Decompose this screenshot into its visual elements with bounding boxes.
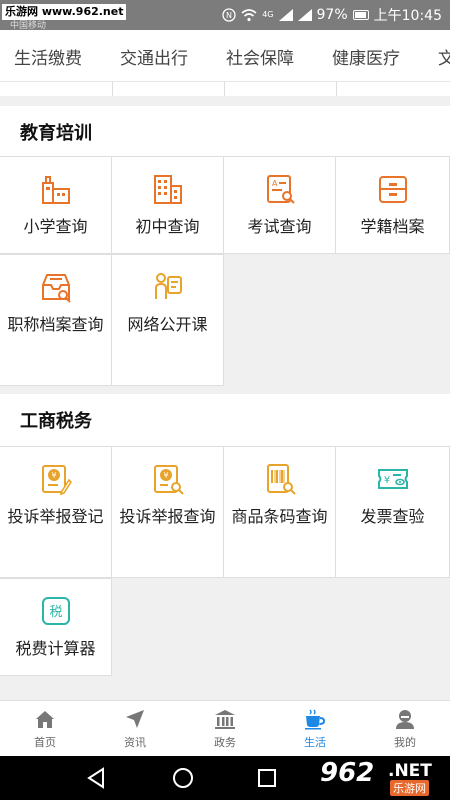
wifi-icon [241, 8, 257, 21]
nav-label: 首页 [34, 736, 56, 749]
signal-2-icon [297, 9, 312, 21]
service-online-course[interactable]: 网络公开课 [112, 254, 224, 386]
vibrate-icon: N [222, 8, 236, 22]
coffee-cup-icon [305, 709, 326, 730]
tab-transport[interactable]: 交通出行 [120, 44, 188, 69]
signal-icon [278, 9, 293, 21]
service-label: 网络公开课 [127, 315, 208, 334]
service-label: 投诉举报查询 [119, 507, 216, 526]
service-label: 考试查询 [247, 217, 312, 236]
middle-school-building-icon [153, 175, 182, 204]
service-complaint-query[interactable]: ¥ 投诉举报查询 [112, 446, 224, 578]
category-tabs: 生活缴费 交通出行 社会保障 健康医疗 文 [0, 30, 450, 82]
section-title: 教育培训 [20, 123, 92, 144]
nav-news[interactable]: 资讯 [90, 701, 180, 757]
service-label: 税费计算器 [15, 639, 96, 658]
nav-government[interactable]: 政务 [180, 701, 270, 757]
watermark-logo: 962 .NET 乐游网 [318, 758, 446, 798]
nav-label: 我的 [394, 736, 416, 749]
tab-social-security[interactable]: 社会保障 [226, 44, 294, 69]
svg-text:¥: ¥ [383, 475, 389, 486]
svg-text:税: 税 [49, 605, 62, 620]
section-header-business-tax: 工商税务 [0, 394, 450, 446]
nav-label: 生活 [304, 736, 326, 749]
tax-calculator-icon: 税 [41, 597, 70, 625]
service-label: 投诉举报登记 [7, 507, 104, 526]
service-label: 学籍档案 [360, 217, 425, 236]
service-label: 商品条码查询 [231, 507, 328, 526]
battery-percent: 97% [316, 7, 348, 23]
tab-culture[interactable]: 文 [438, 44, 450, 69]
complaint-register-icon: ¥ [41, 465, 72, 495]
government-building-icon [215, 710, 235, 729]
svg-text:N: N [226, 11, 232, 20]
tab-life-payment[interactable]: 生活缴费 [14, 44, 82, 69]
service-middle-school[interactable]: 初中查询 [112, 156, 224, 254]
watermark-domain: .NET [388, 761, 432, 781]
complaint-search-icon: ¥ [153, 465, 184, 495]
school-building-icon [41, 176, 70, 204]
back-icon[interactable] [84, 766, 108, 790]
exam-search-icon: A [266, 175, 295, 204]
service-student-file[interactable]: 学籍档案 [336, 156, 450, 254]
service-barcode-query[interactable]: 商品条码查询 [224, 446, 336, 578]
online-course-icon [154, 273, 182, 299]
network-type: 4G [262, 10, 274, 19]
status-indicators: N 4G 97% 上午10:45 [222, 0, 442, 30]
service-complaint-register[interactable]: ¥ 投诉举报登记 [0, 446, 112, 578]
section-header-education: 教育培训 [0, 106, 450, 156]
svg-text:A: A [272, 179, 278, 188]
nav-home[interactable]: 首页 [0, 701, 90, 757]
nav-label: 政务 [214, 736, 236, 749]
student-file-icon [378, 176, 407, 203]
svg-text:¥: ¥ [51, 471, 56, 480]
recent-apps-icon[interactable] [255, 766, 279, 790]
user-avatar-icon [396, 710, 414, 729]
service-exam-query[interactable]: A 考试查询 [224, 156, 336, 254]
section-title: 工商税务 [20, 411, 92, 432]
service-title-archive[interactable]: 职称档案查询 [0, 254, 112, 386]
status-bar: 乐游网 www.962.net 中国移动 N 4G 97% 上午10:45 [0, 0, 450, 31]
watermark-number: 962 [320, 758, 375, 788]
clock: 上午10:45 [373, 8, 442, 24]
bottom-navigation: 首页 资讯 政务 生活 我的 [0, 700, 450, 756]
battery-icon [352, 10, 369, 20]
nav-mine[interactable]: 我的 [360, 701, 450, 757]
svg-text:¥: ¥ [163, 471, 168, 480]
service-tax-calculator[interactable]: 税 税费计算器 [0, 578, 112, 676]
service-label: 发票查验 [360, 507, 425, 526]
service-label: 初中查询 [135, 217, 200, 236]
home-circle-icon[interactable] [171, 766, 195, 790]
service-list: 教育培训 小学查询 初中查询 A 考试查询 学籍档案 职称档案查询 网络公开课 … [0, 82, 450, 700]
service-label: 职称档案查询 [7, 315, 104, 334]
system-navigation-bar: 962 .NET 乐游网 [0, 756, 450, 800]
navigation-arrow-icon [126, 710, 144, 728]
nav-label: 资讯 [124, 736, 146, 749]
invoice-check-icon: ¥ [377, 469, 408, 489]
previous-section-bottom [0, 82, 450, 96]
home-icon [36, 711, 54, 728]
tab-health[interactable]: 健康医疗 [332, 44, 400, 69]
nav-life[interactable]: 生活 [270, 701, 360, 757]
archive-search-icon [41, 274, 71, 303]
service-label: 小学查询 [23, 217, 88, 236]
service-invoice-check[interactable]: ¥ 发票查验 [336, 446, 450, 578]
barcode-search-icon [266, 464, 296, 495]
watermark-name: 乐游网 [390, 780, 429, 796]
service-primary-school[interactable]: 小学查询 [0, 156, 112, 254]
